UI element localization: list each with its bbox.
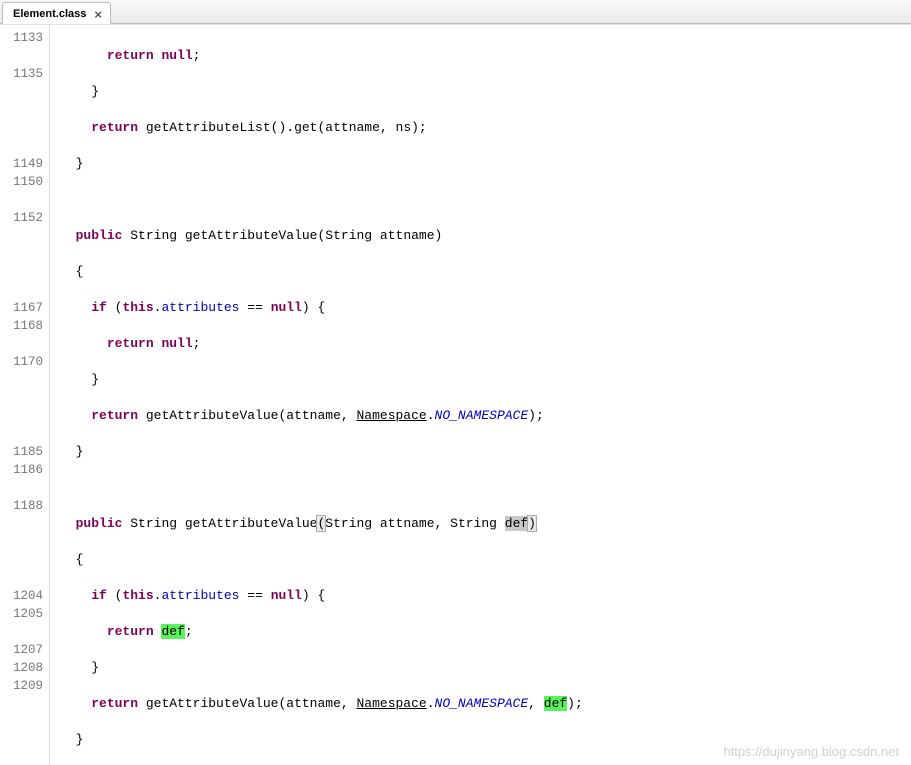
code-line[interactable]: } xyxy=(60,731,911,749)
line-number: 1135 xyxy=(0,65,43,83)
code-line[interactable]: } xyxy=(60,83,911,101)
code-line[interactable]: return null; xyxy=(60,335,911,353)
line-number: 1167 xyxy=(0,299,43,317)
code-line[interactable]: public String getAttributeValue(String a… xyxy=(60,515,911,533)
line-number: 1208 xyxy=(0,659,43,677)
code-line[interactable]: { xyxy=(60,551,911,569)
close-icon[interactable]: × xyxy=(92,8,104,21)
line-number: 1204 xyxy=(0,587,43,605)
line-number: 1168 xyxy=(0,317,43,335)
code-line[interactable]: return getAttributeList().get(attname, n… xyxy=(60,119,911,137)
line-number: 1185 xyxy=(0,443,43,461)
code-line[interactable]: public String getAttributeValue(String a… xyxy=(60,227,911,245)
code-area[interactable]: return null; } return getAttributeList()… xyxy=(50,25,911,765)
code-line[interactable]: return getAttributeValue(attname, Namesp… xyxy=(60,695,911,713)
line-number: 1150 xyxy=(0,173,43,191)
line-number: 1186 xyxy=(0,461,43,479)
code-line[interactable]: } xyxy=(60,371,911,389)
code-line[interactable]: } xyxy=(60,659,911,677)
line-number: 1133 xyxy=(0,29,43,47)
code-line[interactable]: { xyxy=(60,263,911,281)
code-line[interactable]: return null; xyxy=(60,47,911,65)
code-line[interactable]: } xyxy=(60,443,911,461)
line-number: 1205 xyxy=(0,605,43,623)
line-number-gutter: 1133 1135 1149 1150 1152 1167 1168 1170 … xyxy=(0,25,50,765)
code-line[interactable]: } xyxy=(60,155,911,173)
line-number: 1209 xyxy=(0,677,43,695)
code-line[interactable]: return def; xyxy=(60,623,911,641)
tab-title: Element.class xyxy=(13,8,86,20)
code-line[interactable]: if (this.attributes == null) { xyxy=(60,587,911,605)
code-line[interactable]: if (this.attributes == null) { xyxy=(60,299,911,317)
line-number: 1149 xyxy=(0,155,43,173)
tab-bar: Element.class × xyxy=(0,0,911,24)
editor-area: 1133 1135 1149 1150 1152 1167 1168 1170 … xyxy=(0,24,911,765)
line-number: 1188 xyxy=(0,497,43,515)
code-line[interactable] xyxy=(60,479,911,497)
line-number: 1207 xyxy=(0,641,43,659)
line-number: 1170 xyxy=(0,353,43,371)
line-number: 1152 xyxy=(0,209,43,227)
code-line[interactable]: return getAttributeValue(attname, Namesp… xyxy=(60,407,911,425)
editor-tab[interactable]: Element.class × xyxy=(2,2,111,24)
code-line[interactable] xyxy=(60,191,911,209)
